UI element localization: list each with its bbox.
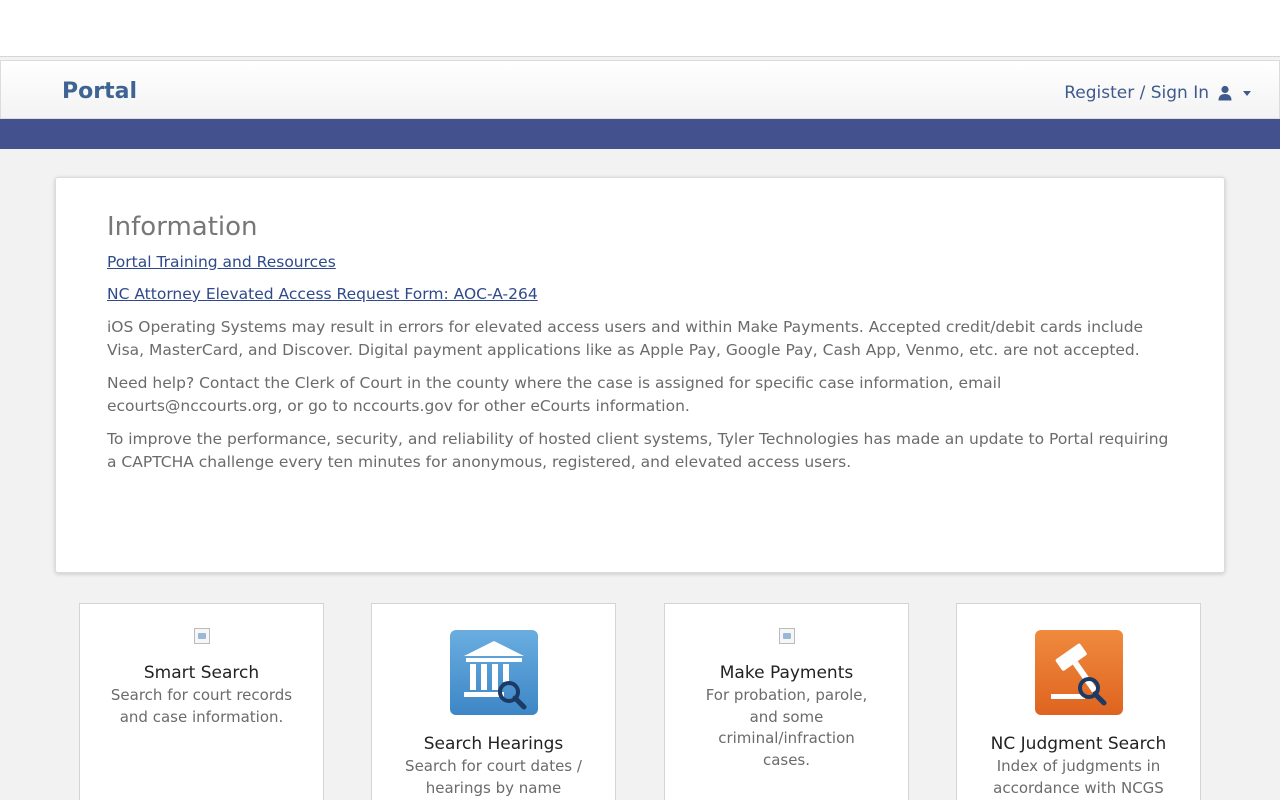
user-icon (1217, 85, 1233, 101)
ios-notice: iOS Operating Systems may result in erro… (107, 318, 1144, 359)
smart-search-image (193, 628, 210, 644)
tile-description: Search for court records and case inform… (110, 686, 293, 726)
header-band (0, 119, 1280, 149)
register-signin-menu[interactable]: Register / Sign In (1064, 83, 1251, 103)
information-heading: Information (107, 212, 258, 242)
tile-title: Smart Search (143, 663, 260, 683)
tile-search-hearings[interactable]: Search Hearings Search for court dates /… (371, 603, 616, 800)
tile-title: NC Judgment Search (990, 734, 1167, 754)
tile-description: Search for court dates / hearings by nam… (405, 757, 582, 797)
portal-tiles: Smart Search Search for court records an… (0, 603, 1280, 800)
attorney-access-form-link[interactable]: NC Attorney Elevated Access Request Form… (107, 284, 1174, 304)
courthouse-search-icon (449, 630, 538, 715)
help-notice: Need help? Contact the Clerk of Court in… (107, 374, 1002, 415)
top-strip (0, 0, 1280, 57)
navbar: Portal Register / Sign In (0, 60, 1280, 119)
gavel-search-icon (1034, 630, 1123, 715)
tile-title: Search Hearings (423, 734, 564, 754)
tile-title: Make Payments (719, 663, 854, 683)
portal-training-link[interactable]: Portal Training and Resources (107, 252, 1174, 272)
tile-smart-search[interactable]: Smart Search Search for court records an… (79, 603, 324, 800)
tile-make-payments[interactable]: Make Payments For probation, parole, and… (664, 603, 909, 800)
portal-brand-link[interactable]: Portal (62, 79, 137, 104)
tile-description: Index of judgments in accordance with NC… (993, 757, 1164, 797)
captcha-notice: To improve the performance, security, an… (107, 430, 1169, 471)
make-payments-image (778, 628, 795, 644)
information-panel: Information Portal Training and Resource… (55, 177, 1225, 573)
tile-nc-judgment-search[interactable]: NC Judgment Search Index of judgments in… (956, 603, 1201, 800)
caret-down-icon (1243, 90, 1251, 96)
register-signin-label: Register / Sign In (1064, 83, 1209, 103)
tile-description: For probation, parole, and some criminal… (705, 686, 868, 769)
